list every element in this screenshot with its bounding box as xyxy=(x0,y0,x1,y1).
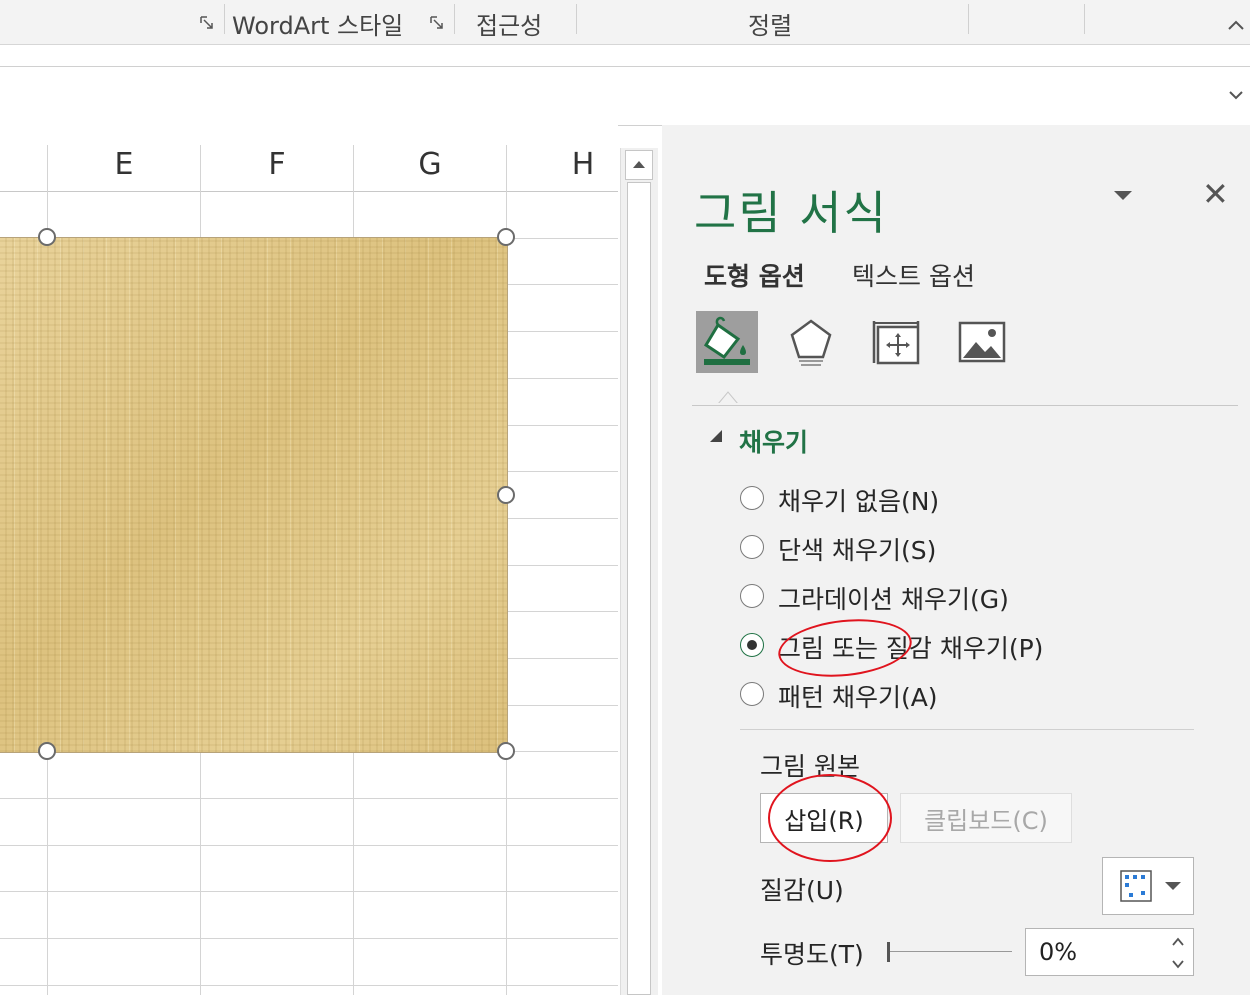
resize-handle-top[interactable] xyxy=(38,228,56,246)
pentagon-effects-icon xyxy=(790,319,832,366)
picture-icon xyxy=(958,321,1006,363)
fill-bucket-icon xyxy=(703,316,750,365)
scrollbar-thumb[interactable] xyxy=(627,182,651,995)
resize-handle-top-right[interactable] xyxy=(497,228,515,246)
worksheet-grid[interactable]: E F G H xyxy=(0,125,618,995)
radio-label: 그라데이션 채우기(G) xyxy=(778,585,1009,614)
slider-thumb[interactable] xyxy=(887,942,890,962)
spinner-arrows-icon[interactable] xyxy=(1171,935,1185,971)
annotation-circle xyxy=(768,774,892,862)
radio-button-selected[interactable] xyxy=(740,633,764,657)
collapse-triangle-icon xyxy=(710,430,722,442)
scroll-up-arrow-icon xyxy=(633,161,645,168)
tab-text-options[interactable]: 텍스트 옵션 xyxy=(852,257,975,293)
column-header-g[interactable]: G xyxy=(355,147,505,182)
resize-handle-bottom-right[interactable] xyxy=(497,742,515,760)
format-picture-pane: 그림 서식 ✕ 도형 옵션 텍스트 옵션 채우기 채우기 없음(N) 단색 채우… xyxy=(662,125,1250,995)
radio-label: 채우기 없음(N) xyxy=(778,487,940,516)
radio-button[interactable] xyxy=(740,682,764,706)
dialog-launcher-icon[interactable] xyxy=(200,16,214,30)
dialog-launcher-icon[interactable] xyxy=(430,16,444,30)
expand-formula-bar-icon[interactable] xyxy=(1228,89,1244,101)
pane-options-dropdown-icon[interactable] xyxy=(1114,191,1132,200)
resize-handle-bottom[interactable] xyxy=(38,742,56,760)
fill-line-category-button[interactable] xyxy=(696,311,758,373)
scroll-up-button[interactable] xyxy=(625,150,653,180)
arrange-group-label: 정렬 xyxy=(748,12,793,40)
radio-button[interactable] xyxy=(740,486,764,510)
column-header-h[interactable]: H xyxy=(508,147,618,182)
column-header-row: E F G H xyxy=(0,125,618,192)
wordart-styles-group-label: WordArt 스타일 xyxy=(232,12,404,40)
textured-shape[interactable] xyxy=(0,237,508,753)
size-properties-icon xyxy=(872,321,920,365)
transparency-label: 투명도(T) xyxy=(760,940,864,969)
pane-title: 그림 서식 xyxy=(694,186,888,240)
texture-swatch-icon xyxy=(1120,870,1181,902)
radio-label: 단색 채우기(S) xyxy=(778,536,937,565)
column-header-e[interactable]: E xyxy=(49,147,199,182)
effects-category-button[interactable] xyxy=(780,311,842,373)
collapse-ribbon-icon[interactable] xyxy=(1226,18,1246,32)
size-properties-category-button[interactable] xyxy=(864,311,926,373)
clipboard-button[interactable]: 클립보드(C) xyxy=(900,793,1072,843)
fill-section-title: 채우기 xyxy=(739,428,809,457)
formula-bar[interactable] xyxy=(0,66,1250,126)
picture-category-button[interactable] xyxy=(950,311,1012,373)
radio-button[interactable] xyxy=(740,535,764,559)
ribbon-group-labels: WordArt 스타일 접근성 정렬 xyxy=(0,0,1250,45)
tab-shape-options[interactable]: 도형 옵션 xyxy=(704,257,805,293)
transparency-slider[interactable] xyxy=(887,942,1012,962)
radio-button[interactable] xyxy=(740,584,764,608)
close-icon[interactable]: ✕ xyxy=(1202,175,1229,213)
transparency-value[interactable]: 0% xyxy=(1039,938,1077,966)
resize-handle-right[interactable] xyxy=(497,486,515,504)
transparency-spinner[interactable]: 0% xyxy=(1025,928,1194,976)
texture-label: 질감(U) xyxy=(760,876,844,905)
column-header-f[interactable]: F xyxy=(202,147,352,182)
texture-dropdown[interactable] xyxy=(1102,857,1194,915)
radio-label: 패턴 채우기(A) xyxy=(778,683,938,712)
accessibility-group-label: 접근성 xyxy=(476,12,543,40)
